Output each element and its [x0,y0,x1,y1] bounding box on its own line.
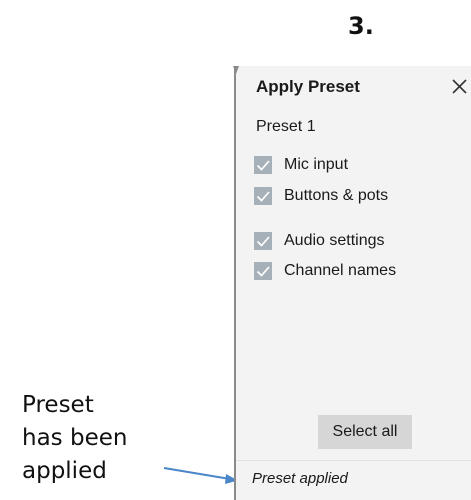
checkmark-icon [256,191,270,202]
checkbox-checked[interactable] [254,232,272,250]
option-mic-input[interactable]: Mic input [254,154,348,176]
status-text: Preset applied [252,470,348,487]
option-label: Mic input [284,156,349,173]
apply-preset-panel: Apply Preset Preset 1 Mic input Buttons … [233,66,471,500]
option-label: Audio settings [284,232,385,249]
preset-name: Preset 1 [256,118,316,135]
checkmark-icon [256,160,270,171]
option-label: Buttons & pots [284,187,389,204]
page: 3. Preset has been applied Apply Preset … [0,0,471,500]
checkbox-checked[interactable] [254,156,272,174]
option-audio-settings[interactable]: Audio settings [254,230,385,252]
checkbox-checked[interactable] [254,262,272,280]
annotation-arrow-icon [163,467,238,484]
panel-edge-marker [233,66,239,74]
annotation-line: has been [22,425,128,451]
panel-header: Apply Preset [236,74,471,104]
option-buttons-pots[interactable]: Buttons & pots [254,185,388,207]
annotation-line: Preset [22,392,94,418]
option-label: Channel names [284,262,397,279]
close-button[interactable] [449,74,471,100]
checkmark-icon [256,266,270,277]
step-number: 3. [348,12,374,40]
option-channel-names[interactable]: Channel names [254,260,396,282]
status-divider [236,460,471,461]
select-all-button[interactable]: Select all [318,415,412,449]
checkmark-icon [256,236,270,247]
checkbox-checked[interactable] [254,187,272,205]
annotation-line: applied [22,458,107,484]
close-icon [452,79,467,94]
annotation-text: Preset has been applied [22,389,127,488]
panel-title: Apply Preset [256,77,360,96]
